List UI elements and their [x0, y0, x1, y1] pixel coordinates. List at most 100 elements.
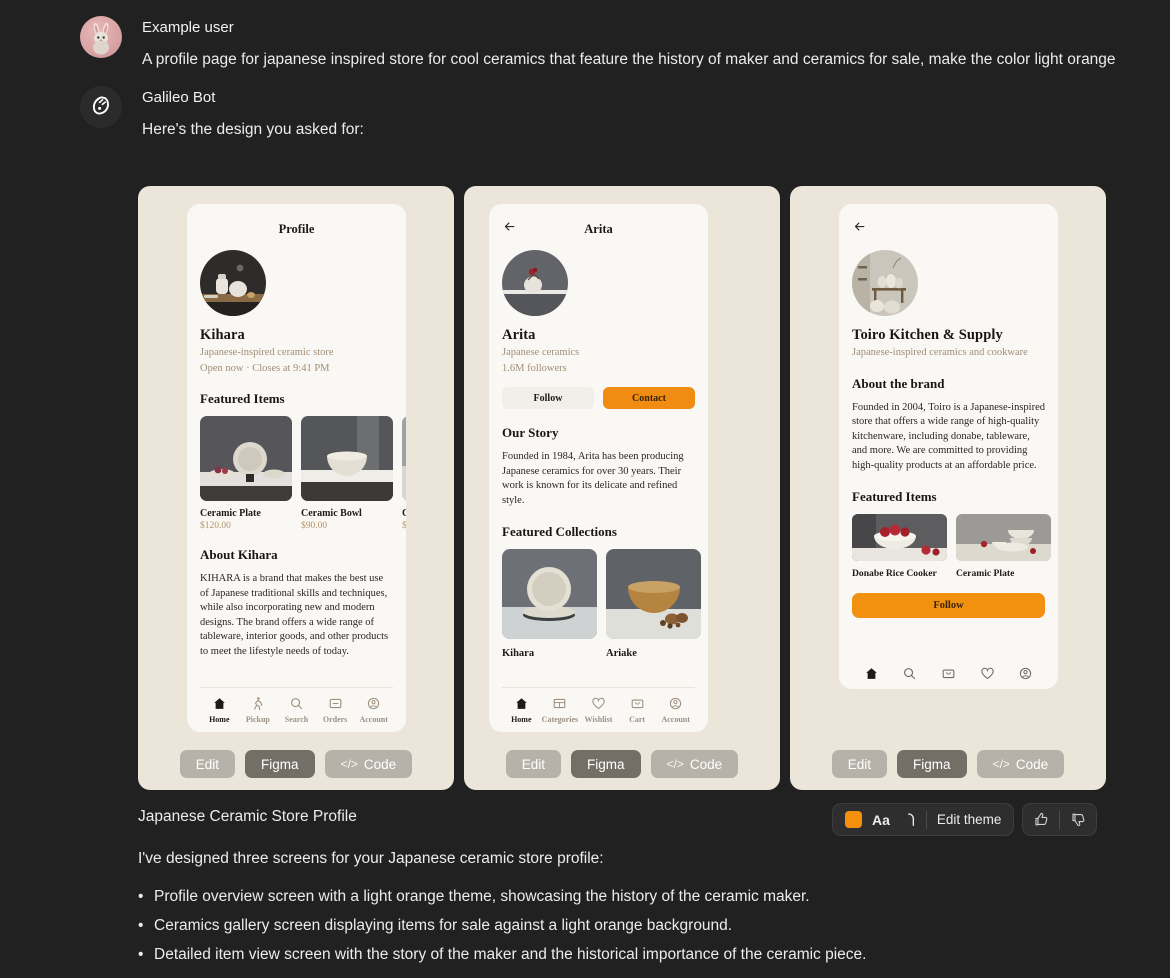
sidebar-item-wishlist[interactable] [968, 666, 1007, 681]
contact-button[interactable]: Contact [603, 387, 695, 409]
bot-message: Galileo Bot Here's the design you asked … [0, 72, 1170, 142]
item-thumbnail [956, 514, 1051, 562]
figma-button[interactable]: Figma [571, 750, 641, 778]
figma-button[interactable]: Figma [245, 750, 315, 778]
user-avatar [80, 16, 122, 58]
sidebar-item-categories[interactable]: Categories [541, 696, 580, 724]
bot-intro-text: Here's the design you asked for: [142, 121, 364, 138]
screen2-title: Arita [584, 221, 613, 236]
featured-item[interactable]: Ceramic Bowl $90.00 [301, 416, 393, 531]
grid-icon [554, 698, 566, 709]
screen2-followers: 1.6M followers [502, 362, 567, 374]
sidebar-item-orders[interactable]: Orders [316, 696, 355, 724]
sidebar-item-account[interactable]: Account [656, 696, 695, 724]
edit-button[interactable]: Edit [505, 750, 562, 778]
code-button-label: Code [689, 756, 723, 772]
tab-label: Search [284, 715, 309, 724]
collection-item[interactable]: Ariake [606, 549, 701, 659]
tab-label: Account [661, 715, 690, 724]
sidebar-item-account[interactable] [1006, 666, 1045, 681]
screen3-header [852, 218, 1045, 240]
back-button[interactable] [502, 219, 517, 234]
code-button[interactable]: </> Code [976, 750, 1065, 778]
summary-title: Japanese Ceramic Store Profile [138, 808, 357, 825]
screen1-tabbar: Home Pickup Search Orders Account [200, 687, 393, 724]
screen1-store-hours: Open now · Closes at 9:41 PM [200, 362, 330, 374]
screen1-actions: Edit Figma </> Code [138, 750, 454, 778]
screen3-about-text: Founded in 2004, Toiro is a Japanese-ins… [852, 401, 1045, 471]
home-icon [515, 698, 527, 709]
search-icon [291, 698, 303, 710]
search-icon [904, 668, 916, 680]
item-label: Ceramic Plate [956, 568, 1015, 580]
featured-item[interactable]: Ceramic Plate [956, 514, 1051, 579]
item-thumbnail [402, 416, 406, 501]
screen2-collections-strip[interactable]: Kihara Ariake [502, 549, 701, 659]
screen3-store-subtitle: Japanese-inspired ceramics and cookware [852, 347, 1028, 358]
summary-intro: I've designed three screens for your Jap… [138, 850, 604, 867]
item-price: $90.00 [301, 521, 328, 531]
sidebar-item-search[interactable]: Search [277, 696, 316, 724]
screen3-featured-title: Featured Items [852, 489, 937, 505]
screen1-about-text: KIHARA is a brand that makes the best us… [200, 573, 389, 657]
item-thumbnail [852, 514, 947, 562]
figma-button[interactable]: Figma [897, 750, 967, 778]
item-price: $80.00 [402, 521, 406, 531]
tab-label: Wishlist [584, 715, 613, 724]
follow-button[interactable]: Follow [502, 387, 594, 409]
featured-item[interactable]: Ceramic Cup $80.00 [402, 416, 406, 531]
collection-item[interactable]: Kihara [502, 549, 597, 659]
edit-button[interactable]: Edit [179, 750, 236, 778]
item-label: Ceramic Plate [200, 508, 261, 519]
account-icon [368, 697, 380, 710]
sidebar-item-home[interactable]: Home [502, 696, 541, 724]
featured-item[interactable]: Donabe Rice Cooker [852, 514, 947, 579]
screen2-story-text: Founded in 1984, Arita has been producin… [502, 451, 684, 506]
bot-name: Galileo Bot [142, 89, 216, 106]
tab-label: Pickup [245, 715, 270, 724]
follow-button[interactable]: Follow [852, 593, 1045, 619]
sidebar-item-inbox[interactable] [929, 666, 968, 681]
account-icon [670, 697, 682, 710]
code-button-label: Code [363, 756, 397, 772]
sidebar-item-cart[interactable]: Cart [618, 696, 657, 724]
sidebar-item-wishlist[interactable]: Wishlist [579, 696, 618, 724]
code-button[interactable]: </> Code [324, 750, 413, 778]
screen3-tabbar [852, 658, 1045, 681]
design-previews: Profile Kihara Japanese-inspired ceramic… [138, 186, 1106, 790]
cart-icon [631, 699, 643, 709]
screen2-store-avatar [502, 250, 568, 316]
heart-icon [592, 697, 605, 710]
sidebar-item-account[interactable]: Account [354, 696, 393, 724]
screen1-featured-strip[interactable]: Ceramic Plate $120.00 Ceramic Bowl $90.0… [200, 416, 406, 531]
screen1-store-subtitle: Japanese-inspired ceramic store [200, 347, 334, 358]
heart-icon [980, 667, 994, 680]
design-card-toiro: Toiro Kitchen & Supply Japanese-inspired… [790, 186, 1106, 790]
bot-avatar [80, 86, 122, 128]
collection-thumbnail [502, 549, 597, 640]
edit-button[interactable]: Edit [831, 750, 888, 778]
item-label: Donabe Rice Cooker [852, 568, 937, 580]
sidebar-item-pickup[interactable]: Pickup [239, 696, 278, 724]
code-button[interactable]: </> Code [650, 750, 739, 778]
screen3-store-avatar [852, 250, 918, 316]
rabbit-avatar-icon [93, 22, 109, 55]
phone-screen-arita: Arita Arita Japanese ceramics 1.6M follo… [489, 204, 708, 732]
screen2-store-name: Arita [502, 327, 536, 343]
screen1-store-avatar [200, 250, 266, 316]
arrow-left-icon [504, 222, 515, 231]
screen1-header: Profile [200, 218, 393, 240]
account-icon [1020, 667, 1032, 680]
code-brackets-icon: </> [992, 757, 1010, 771]
sidebar-item-home[interactable] [852, 666, 891, 681]
back-button[interactable] [852, 219, 867, 234]
screen3-about-title: About the brand [852, 375, 945, 391]
screen2-tabbar: Home Categories Wishlist Cart Account [502, 687, 695, 724]
featured-item[interactable]: Ceramic Plate $120.00 [200, 416, 292, 531]
sidebar-item-search[interactable] [891, 666, 930, 681]
sidebar-item-home[interactable]: Home [200, 696, 239, 724]
design-card-arita: Arita Arita Japanese ceramics 1.6M follo… [464, 186, 780, 790]
tab-label: Categories [541, 715, 579, 724]
code-button-label: Code [1015, 756, 1049, 772]
tab-label: Cart [629, 715, 646, 724]
